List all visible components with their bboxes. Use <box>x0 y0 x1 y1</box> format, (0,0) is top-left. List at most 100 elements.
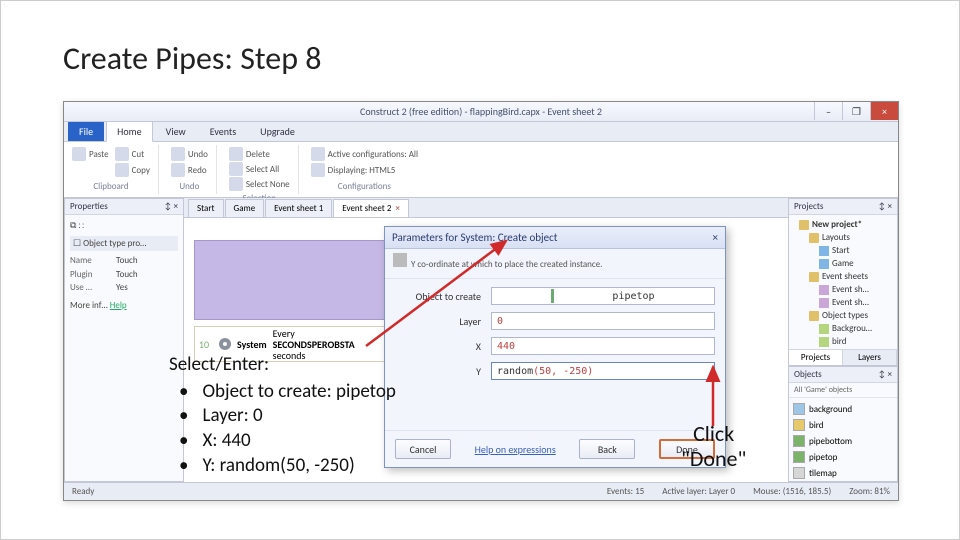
projects-pin[interactable]: ↕ × <box>878 201 892 212</box>
paste-button[interactable]: Paste <box>72 147 109 161</box>
object-icon <box>819 324 829 334</box>
config-icon <box>311 147 325 161</box>
objects-sub: All 'Game' objects <box>789 383 897 398</box>
projects-panel: Projects ↕ × New project* Layouts Start G… <box>788 198 898 366</box>
group-configurations: Configurations <box>311 181 418 192</box>
prop-name-key: Name <box>70 254 112 268</box>
x-input[interactable]: 440 <box>491 337 715 355</box>
selectnone-icon <box>229 177 243 191</box>
copy-button[interactable]: Copy <box>115 163 150 177</box>
tab-events[interactable]: Events <box>199 121 247 141</box>
close-button[interactable]: × <box>870 102 898 120</box>
status-mouse: Mouse: (1516, 185.5) <box>753 486 831 497</box>
selectall-icon <box>229 162 243 176</box>
selectnone-button[interactable]: Select None <box>229 177 290 191</box>
tab-file[interactable]: File <box>68 121 104 141</box>
objects-panel: Objects ↕ × All 'Game' objects background… <box>788 366 898 482</box>
properties-panel: Properties ↕ × ⧉ ∷ ☐ Object type pro… Nam… <box>64 198 184 482</box>
maximize-button[interactable]: ❐ <box>842 102 870 120</box>
activecfg-label[interactable]: Active configurations: All <box>311 147 418 161</box>
folder-icon <box>809 272 819 282</box>
y-input[interactable]: random(50, -250) <box>491 362 715 380</box>
object-input[interactable]: pipetop <box>491 287 715 305</box>
object-item[interactable]: pipebottom <box>793 433 893 449</box>
redo-icon <box>171 163 185 177</box>
event-line2: SECONDSPEROBSTA <box>273 339 355 350</box>
tab-view[interactable]: View <box>155 121 197 141</box>
projects-title: Projects <box>794 201 823 212</box>
tab-game[interactable]: Game <box>225 199 265 217</box>
folder-icon <box>809 311 819 321</box>
info-icon <box>393 253 407 267</box>
gear-icon <box>217 336 233 352</box>
status-ready: Ready <box>72 486 94 497</box>
prop-moreinfo: More inf… <box>70 300 108 311</box>
object-item[interactable]: background <box>793 401 893 417</box>
object-item[interactable]: tilemap <box>793 465 893 481</box>
tab-home[interactable]: Home <box>106 121 152 142</box>
undo-button[interactable]: Undo <box>171 147 208 161</box>
layout-icon <box>819 259 829 269</box>
prop-name-val[interactable]: Touch <box>116 254 138 268</box>
cut-button[interactable]: Cut <box>115 147 150 161</box>
tab-eventsheet1[interactable]: Event sheet 1 <box>265 199 332 217</box>
y-label: Y <box>395 365 491 378</box>
project-tree[interactable]: New project* Layouts Start Game Event sh… <box>789 215 897 351</box>
help-expressions-link[interactable]: Help on expressions <box>475 443 556 456</box>
status-bar: Ready Events: 15 Active layer: Layer 0 M… <box>64 482 898 500</box>
prop-use-val[interactable]: Yes <box>116 281 128 295</box>
group-undo: Undo <box>171 181 208 192</box>
layer-label: Layer <box>395 315 491 328</box>
ribbon: Paste Cut Copy Clipboard Undo Redo Undo … <box>64 142 898 198</box>
properties-toolbar[interactable]: ⧉ ∷ <box>70 219 178 233</box>
prop-use-key: Use … <box>70 281 112 295</box>
objects-title: Objects <box>794 369 822 380</box>
tab-eventsheet2[interactable]: Event sheet 2× <box>333 199 409 217</box>
status-events: Events: 15 <box>607 486 644 497</box>
undo-icon <box>171 147 185 161</box>
selectall-button[interactable]: Select All <box>229 162 290 176</box>
display-icon <box>311 163 325 177</box>
properties-title: Properties <box>70 201 108 212</box>
object-item[interactable]: pipetop <box>793 449 893 465</box>
dialog-close-button[interactable]: × <box>713 231 718 244</box>
properties-section: ☐ Object type pro… <box>70 236 178 252</box>
delete-button[interactable]: Delete <box>229 147 290 161</box>
paste-icon <box>72 147 86 161</box>
copy-icon <box>115 163 129 177</box>
instruction-click-done: Click "Done" <box>681 421 746 472</box>
cancel-button[interactable]: Cancel <box>395 439 451 459</box>
prop-help-link[interactable]: Help <box>110 300 127 311</box>
tab-projects[interactable]: Projects <box>789 350 843 365</box>
status-layer: Active layer: Layer 0 <box>662 486 735 497</box>
prop-plugin-val: Touch <box>116 268 138 282</box>
eventsheet-icon <box>819 285 829 295</box>
dialog-title: Parameters for System: Create object <box>392 231 558 244</box>
x-label: X <box>395 340 491 353</box>
delete-icon <box>229 147 243 161</box>
redo-button[interactable]: Redo <box>171 163 208 177</box>
document-tabstrip: Start Game Event sheet 1 Event sheet 2× <box>184 198 788 218</box>
tab-upgrade[interactable]: Upgrade <box>249 121 306 141</box>
event-object: System <box>237 338 267 351</box>
tab-start[interactable]: Start <box>188 199 224 217</box>
slide-title: Create Pipes: Step 8 <box>63 39 321 78</box>
back-button[interactable]: Back <box>579 439 635 459</box>
status-zoom: Zoom: 81% <box>849 486 890 497</box>
group-clipboard: Clipboard <box>72 181 150 192</box>
event-line1: Every <box>273 328 355 339</box>
minimize-button[interactable]: – <box>814 102 842 120</box>
window-titlebar: Construct 2 (free edition) - flappingBir… <box>64 102 898 122</box>
tab-layers[interactable]: Layers <box>843 350 897 365</box>
properties-pin[interactable]: ↕ × <box>164 201 178 212</box>
object-item[interactable]: bird <box>793 417 893 433</box>
objects-pin[interactable]: ↕ × <box>878 369 892 380</box>
folder-icon <box>809 233 819 243</box>
close-icon[interactable]: × <box>395 203 399 214</box>
displaying-label[interactable]: Displaying: HTML5 <box>311 163 418 177</box>
layout-icon <box>819 246 829 256</box>
window-title: Construct 2 (free edition) - flappingBir… <box>360 105 602 118</box>
object-label: Object to create <box>395 290 491 303</box>
layer-input[interactable]: 0 <box>491 312 715 330</box>
cut-icon <box>115 147 129 161</box>
